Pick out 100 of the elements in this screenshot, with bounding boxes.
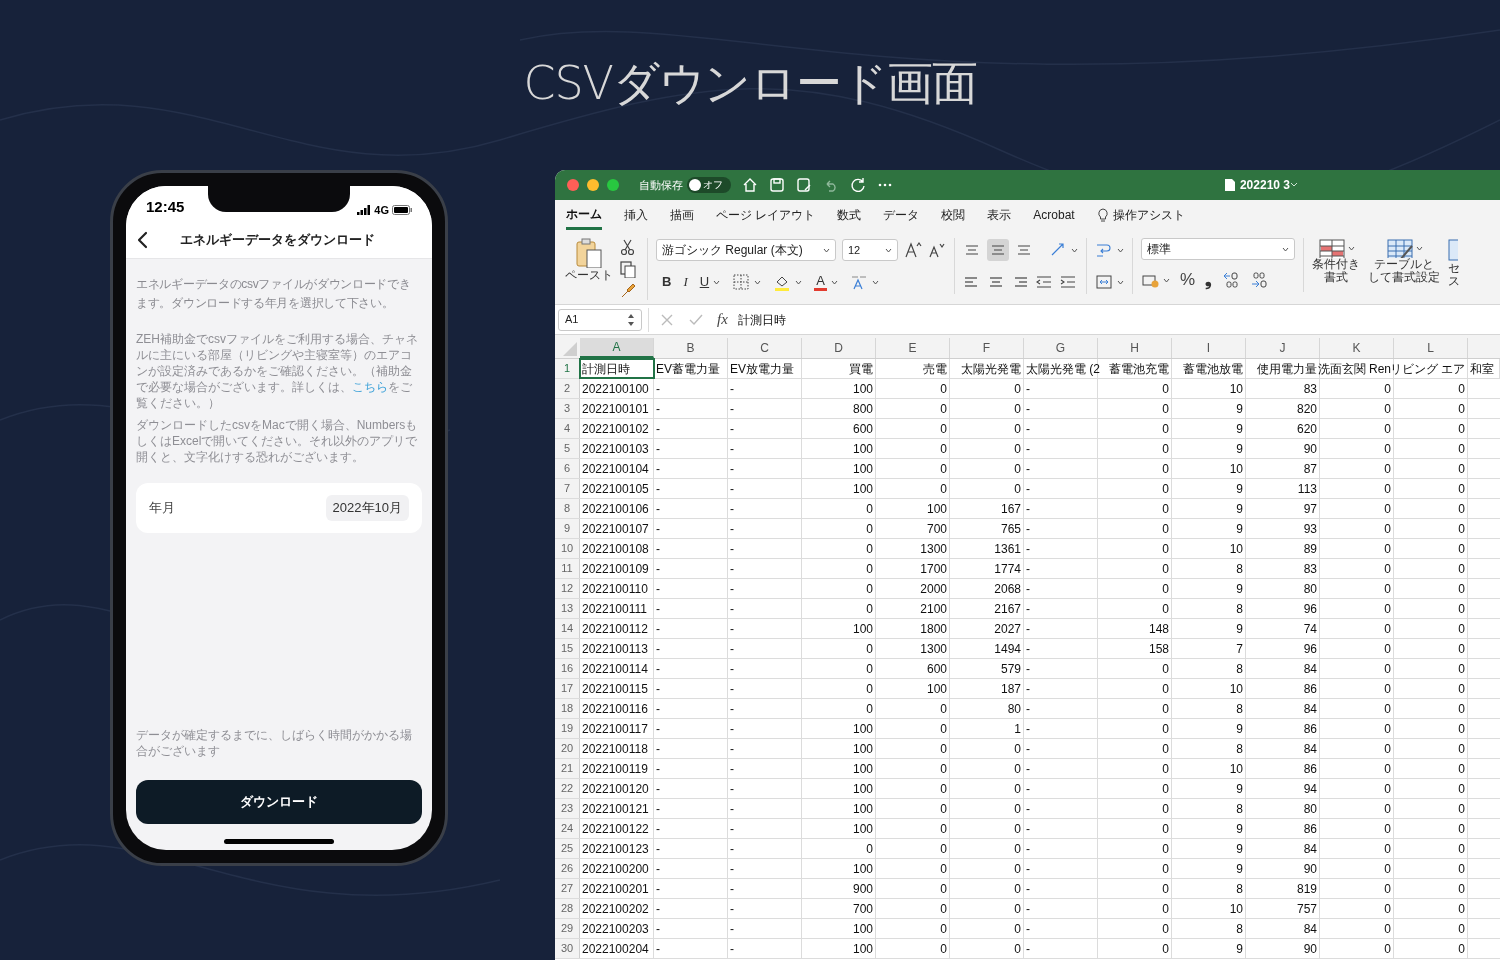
table-cell[interactable]: 2022100123 (580, 839, 654, 858)
table-cell[interactable]: 0 (1394, 719, 1468, 738)
row-header[interactable]: 22 (555, 779, 580, 798)
table-cell[interactable]: 100 (802, 819, 876, 838)
table-cell[interactable]: 0 (1394, 419, 1468, 438)
table-cell[interactable]: - (728, 519, 802, 538)
table-cell[interactable]: 0 (950, 419, 1024, 438)
row-header[interactable]: 6 (555, 459, 580, 478)
table-cell[interactable]: - (1024, 499, 1098, 518)
table-cell[interactable]: 2022100114 (580, 659, 654, 678)
download-button[interactable]: ダウンロード (136, 780, 422, 824)
table-cell[interactable]: - (1024, 439, 1098, 458)
table-cell[interactable]: 0 (876, 479, 950, 498)
table-cell[interactable]: - (654, 719, 728, 738)
table-cell[interactable]: 0 (1320, 899, 1394, 918)
table-cell[interactable]: 0 (876, 779, 950, 798)
table-cell[interactable]: 100 (876, 499, 950, 518)
table-cell[interactable]: - (1024, 939, 1098, 958)
increase-font-size-icon[interactable] (904, 241, 922, 259)
table-cell[interactable]: 0 (1320, 759, 1394, 778)
table-cell[interactable]: 9 (1172, 479, 1246, 498)
table-cell[interactable]: 10 (1172, 459, 1246, 478)
table-cell[interactable]: 1 (950, 719, 1024, 738)
table-cell[interactable]: 0 (1098, 899, 1172, 918)
table-cell[interactable]: 0 (802, 699, 876, 718)
table-cell[interactable]: 2167 (950, 599, 1024, 618)
table-cell[interactable]: 0 (950, 799, 1024, 818)
table-cell[interactable]: 74 (1246, 619, 1320, 638)
table-cell[interactable]: - (654, 919, 728, 938)
row-header[interactable]: 20 (555, 739, 580, 758)
wrap-text-icon[interactable] (1095, 241, 1113, 259)
font-name-dropdown[interactable]: 游ゴシック Regular (本文) (656, 239, 836, 261)
table-cell[interactable]: - (1024, 579, 1098, 598)
table-cell[interactable]: - (728, 819, 802, 838)
table-cell[interactable]: - (1024, 859, 1098, 878)
table-cell[interactable]: 2022100107 (580, 519, 654, 538)
table-cell[interactable]: 113 (1246, 479, 1320, 498)
table-cell[interactable]: 0 (1098, 539, 1172, 558)
merge-cells-icon[interactable] (1095, 273, 1113, 291)
table-cell[interactable]: 1300 (876, 639, 950, 658)
name-box[interactable]: A1 (558, 308, 642, 331)
table-cell[interactable]: 0 (876, 839, 950, 858)
table-cell[interactable]: - (728, 619, 802, 638)
table-cell[interactable]: 2068 (950, 579, 1024, 598)
column-header[interactable]: J (1246, 338, 1320, 358)
column-header[interactable]: D (802, 338, 876, 358)
table-cell[interactable]: 0 (1320, 479, 1394, 498)
save-icon[interactable] (769, 177, 785, 193)
table-cell[interactable]: - (728, 379, 802, 398)
cell-styles-label[interactable]: セ (1448, 262, 1460, 275)
percent-style-button[interactable]: % (1180, 267, 1196, 293)
table-cell[interactable]: - (654, 599, 728, 618)
table-cell[interactable]: 100 (802, 719, 876, 738)
table-cell[interactable]: 0 (1320, 739, 1394, 758)
table-cell[interactable]: 100 (802, 859, 876, 878)
table-cell[interactable]: 579 (950, 659, 1024, 678)
table-cell[interactable]: - (654, 739, 728, 758)
table-cell[interactable]: - (1024, 839, 1098, 858)
zoom-button[interactable] (607, 179, 619, 191)
table-cell[interactable]: 0 (950, 479, 1024, 498)
table-cell[interactable]: 819 (1246, 879, 1320, 898)
table-cell[interactable]: - (654, 539, 728, 558)
table-cell[interactable]: 0 (1320, 439, 1394, 458)
copy-icon[interactable] (619, 260, 637, 278)
row-header[interactable]: 17 (555, 679, 580, 698)
table-cell[interactable]: - (728, 459, 802, 478)
table-cell[interactable]: - (654, 779, 728, 798)
table-cell[interactable]: 2022100111 (580, 599, 654, 618)
table-cell[interactable]: 757 (1246, 899, 1320, 918)
table-cell[interactable]: 94 (1246, 779, 1320, 798)
table-cell[interactable]: 8 (1172, 739, 1246, 758)
table-cell[interactable]: - (728, 699, 802, 718)
table-cell[interactable]: 0 (876, 819, 950, 838)
table-cell[interactable]: 8 (1172, 559, 1246, 578)
column-header[interactable]: K (1320, 338, 1394, 358)
table-cell[interactable]: 800 (802, 399, 876, 418)
ribbon-tab[interactable]: 表示 (987, 200, 1012, 230)
table-cell[interactable]: 0 (950, 439, 1024, 458)
month-picker-row[interactable]: 年月 2022年10月 (136, 483, 422, 533)
table-cell[interactable]: 9 (1172, 939, 1246, 958)
table-cell[interactable]: 2022100105 (580, 479, 654, 498)
ribbon-tab[interactable]: ページ レイアウト (716, 200, 816, 230)
table-cell[interactable]: 0 (1098, 399, 1172, 418)
table-cell[interactable]: 9 (1172, 579, 1246, 598)
table-cell[interactable]: - (654, 379, 728, 398)
table-cell[interactable]: 84 (1246, 699, 1320, 718)
table-cell[interactable]: 1300 (876, 539, 950, 558)
table-cell[interactable]: 2022100119 (580, 759, 654, 778)
table-cell[interactable]: 0 (1320, 659, 1394, 678)
table-cell[interactable]: 100 (802, 779, 876, 798)
table-cell[interactable]: - (728, 419, 802, 438)
table-cell[interactable]: 0 (802, 599, 876, 618)
row-header[interactable]: 28 (555, 899, 580, 918)
table-cell[interactable]: 86 (1246, 719, 1320, 738)
table-cell[interactable]: 83 (1246, 379, 1320, 398)
table-cell[interactable]: 0 (876, 459, 950, 478)
minimize-button[interactable] (587, 179, 599, 191)
table-cell[interactable]: 0 (950, 779, 1024, 798)
table-cell[interactable]: 0 (1394, 579, 1468, 598)
conditional-formatting-label[interactable]: 書式 (1324, 271, 1348, 284)
